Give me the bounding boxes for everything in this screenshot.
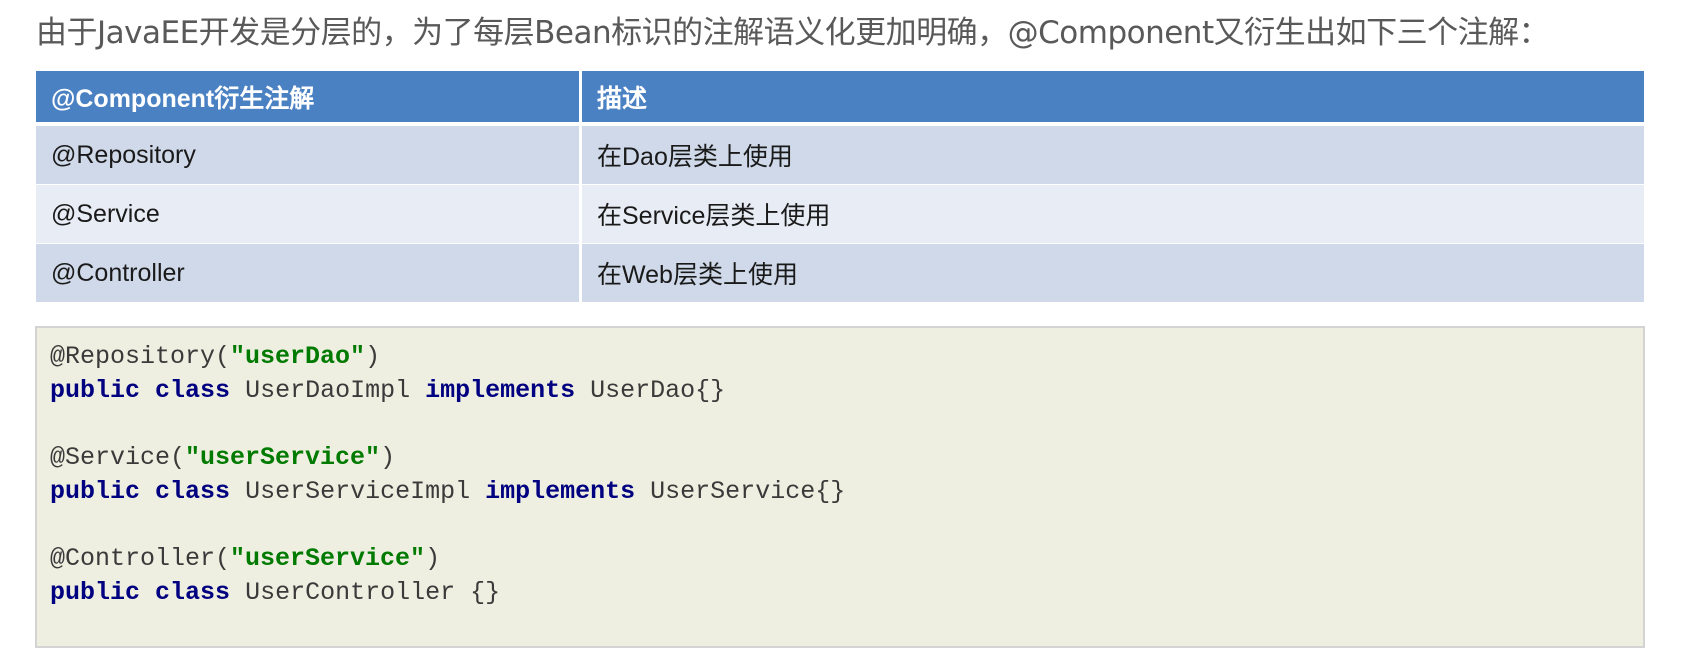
code-annotation: @Controller( [50, 544, 231, 573]
code-keyword: class [155, 477, 231, 506]
code-class-name: UserDaoImpl [245, 376, 411, 405]
code-line: @Repository("userDao") [50, 340, 1643, 374]
code-line: public class UserController {} [50, 576, 1643, 610]
code-line: public class UserDaoImpl implements User… [50, 374, 1643, 408]
code-keyword: class [155, 376, 231, 405]
cell-annotation: @Controller [36, 244, 582, 303]
code-annotation: @Service( [50, 443, 186, 472]
code-line: public class UserServiceImpl implements … [50, 475, 1643, 509]
cell-annotation: @Service [36, 185, 582, 244]
code-class-name: UserServiceImpl [245, 477, 471, 506]
code-string: "userService" [185, 443, 381, 472]
header-description: 描述 [582, 71, 1644, 126]
cell-description: 在Web层类上使用 [582, 244, 1644, 303]
code-interface: UserDao{} [590, 376, 726, 405]
code-class-name: UserController {} [245, 578, 501, 607]
cell-description: 在Service层类上使用 [582, 185, 1644, 244]
code-string: "userDao" [230, 342, 366, 371]
header-annotation: @Component衍生注解 [36, 71, 582, 126]
code-keyword: class [155, 578, 231, 607]
code-string: "userService" [230, 544, 426, 573]
code-punct: ) [365, 342, 381, 371]
annotation-table: @Component衍生注解 描述 @Repository 在Dao层类上使用 … [36, 71, 1644, 303]
code-punct: ) [380, 443, 396, 472]
code-keyword: implements [425, 376, 576, 405]
code-keyword: public [50, 578, 141, 607]
code-line: @Service("userService") [50, 441, 1643, 475]
code-keyword: implements [485, 477, 636, 506]
code-keyword: public [50, 376, 141, 405]
code-line: @Controller("userService") [50, 542, 1643, 576]
table-row: @Service 在Service层类上使用 [36, 185, 1644, 244]
table-row: @Controller 在Web层类上使用 [36, 244, 1644, 303]
slide-page: 由于JavaEE开发是分层的，为了每层Bean标识的注解语义化更加明确，@Com… [0, 0, 1682, 666]
code-punct: ) [425, 544, 441, 573]
code-annotation: @Repository( [50, 342, 231, 371]
table-row: @Repository 在Dao层类上使用 [36, 126, 1644, 185]
cell-description: 在Dao层类上使用 [582, 126, 1644, 185]
table-header-row: @Component衍生注解 描述 [36, 71, 1644, 126]
code-keyword: public [50, 477, 141, 506]
code-interface: UserService{} [650, 477, 846, 506]
cell-annotation: @Repository [36, 126, 582, 185]
code-example-block: @Repository("userDao") public class User… [35, 326, 1645, 648]
intro-text: 由于JavaEE开发是分层的，为了每层Bean标识的注解语义化更加明确，@Com… [36, 15, 1550, 51]
